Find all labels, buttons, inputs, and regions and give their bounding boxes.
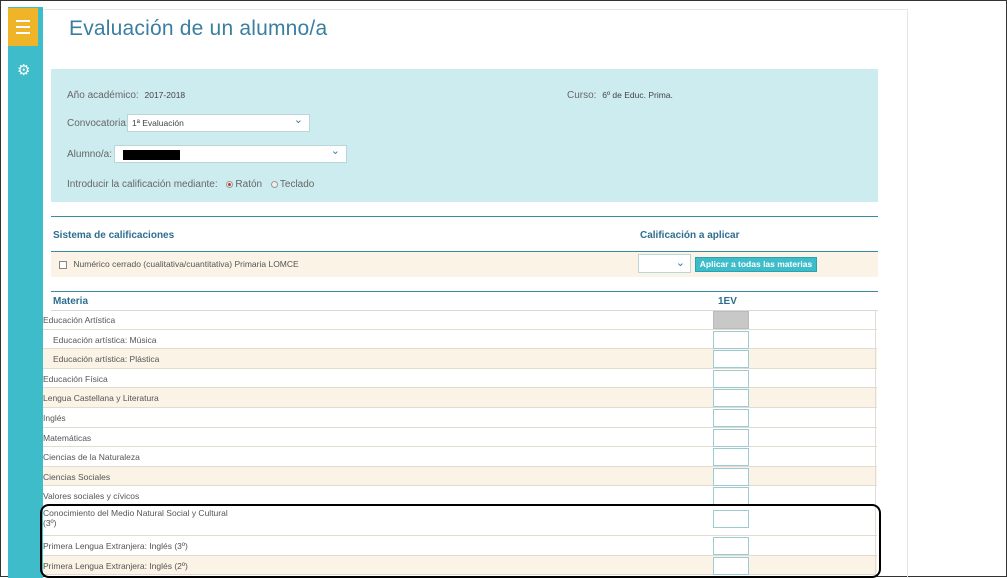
table-row: Educación artística: Música [43, 329, 877, 350]
year-field: Año académico: 2017-2018 [67, 90, 185, 101]
page-title: Evaluación de un alumno/a [69, 17, 328, 40]
right-divider [907, 9, 908, 578]
divider [51, 291, 878, 292]
system-checkbox[interactable] [59, 260, 67, 269]
chevron-down-icon: ⌄ [293, 114, 303, 126]
grade-cell[interactable] [713, 467, 749, 486]
divider [51, 216, 878, 217]
period-column-header: 1EV [718, 296, 737, 307]
table-row: Valores sociales y cívicos [43, 486, 877, 506]
subject-name: Educación artística: Música [53, 334, 157, 345]
grade-cell [713, 311, 749, 329]
table-row: Lengua Castellana y Literatura [43, 388, 877, 408]
course-value: 6º de Educ. Prima. [602, 90, 673, 100]
table-row: Educación artística: Plástica [43, 349, 877, 369]
redacted-student-name [123, 150, 180, 160]
course-label: Curso: [567, 90, 597, 101]
top-divider [43, 9, 908, 10]
subject-name: Valores sociales y cívicos [43, 491, 140, 502]
year-value: 2017-2018 [144, 90, 186, 100]
system-name: Numérico cerrado (cualitativa/cuantitati… [73, 259, 299, 269]
convocatoria-value: 1ª Evaluación [132, 118, 184, 128]
convocatoria-label: Convocatoria: [67, 118, 129, 129]
table-row: Ciencias de la Naturaleza [43, 447, 877, 467]
filter-panel: Año académico: 2017-2018 Curso: 6º de Ed… [51, 69, 878, 202]
subject-column-header: Materia [53, 296, 89, 307]
subject-name: Educación Artística [43, 315, 116, 325]
subject-name: Ciencias Sociales [43, 471, 111, 482]
subject-name: Lengua Castellana y Literatura [43, 393, 159, 404]
hamburger-icon[interactable] [8, 8, 38, 46]
subject-name: Ciencias de la Naturaleza [43, 452, 140, 463]
chevron-down-icon: ⌄ [330, 145, 340, 157]
grade-cell[interactable] [713, 350, 749, 369]
radio-mouse-label[interactable]: Ratón [235, 179, 262, 190]
subject-name: Educación artística: Plástica [53, 354, 160, 365]
apply-header: Calificación a aplicar [640, 230, 740, 241]
table-row: Inglés [43, 407, 877, 428]
grade-cell[interactable] [713, 487, 749, 506]
radio-keyboard[interactable] [270, 181, 278, 188]
grade-cell[interactable] [713, 448, 749, 467]
grade-cell[interactable] [713, 330, 749, 349]
radio-mouse[interactable] [226, 181, 234, 188]
grade-cell[interactable] [713, 408, 749, 427]
grade-cell[interactable] [713, 428, 749, 447]
apply-all-button[interactable]: Aplicar a todas las materias [695, 257, 817, 272]
grade-cell[interactable] [713, 389, 749, 408]
table-row: Educación Artística [43, 310, 877, 330]
gear-icon[interactable]: ⚙ [17, 63, 30, 78]
table-row: Matemáticas [43, 427, 877, 448]
year-label: Año académico: [67, 90, 139, 101]
sidebar [8, 7, 43, 578]
highlight-annotation [40, 504, 881, 578]
subject-name: Inglés [43, 412, 66, 423]
table-row: Educación Física [43, 368, 877, 389]
system-header: Sistema de calificaciones [53, 230, 175, 241]
alumno-label: Alumno/a: [67, 149, 113, 160]
input-mode-label: Introducir la calificación mediante: [67, 179, 218, 190]
subject-name: Educación Física [43, 373, 108, 384]
radio-keyboard-label[interactable]: Teclado [280, 179, 314, 190]
subject-name: Matemáticas [43, 432, 92, 443]
input-mode-row: Introducir la calificación mediante: Rat… [67, 179, 314, 190]
grade-cell[interactable] [713, 369, 749, 388]
table-row: Ciencias Sociales [43, 466, 877, 487]
course-field: Curso: 6º de Educ. Prima. [567, 90, 673, 101]
chevron-down-icon: ⌄ [675, 257, 685, 269]
grade-select[interactable]: ⌄ [638, 254, 691, 273]
convocatoria-select[interactable]: 1ª Evaluación ⌄ [127, 114, 310, 132]
alumno-select[interactable]: ⌄ [114, 145, 347, 163]
